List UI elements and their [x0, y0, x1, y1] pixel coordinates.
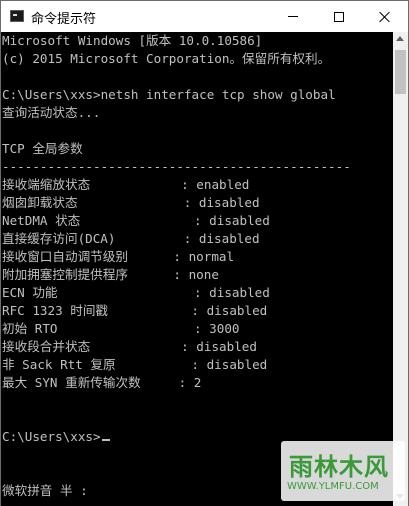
console-line: 最大 SYN 重新传输次数 : 2: [2, 375, 202, 390]
console-line: 接收端缩放状态 : enabled: [2, 177, 250, 192]
watermark-url: WWW.YLMFU.COM: [287, 481, 379, 492]
console-line: NetDMA 状态 : disabled: [2, 213, 270, 228]
console-line: (c) 2015 Microsoft Corporation。保留所有权利。: [2, 51, 331, 66]
cmd-icon: [10, 10, 24, 22]
command-prompt-window: 命令提示符 Microsoft Windows [版本 10.0.10586] …: [0, 0, 409, 506]
minimize-button[interactable]: [270, 1, 316, 32]
console-line: RFC 1323 时间戳 : disabled: [2, 303, 268, 318]
minimize-icon: [288, 16, 298, 17]
ime-status-line: 微软拼音 半 :: [2, 483, 88, 498]
console-line: 查询活动状态...: [2, 105, 101, 120]
console-line: ECN 功能 : disabled: [2, 285, 270, 300]
console-line: 初始 RTO : 3000: [2, 321, 240, 336]
console-line: 直接缓存访问(DCA) : disabled: [2, 231, 260, 246]
console-output[interactable]: Microsoft Windows [版本 10.0.10586] (c) 20…: [1, 32, 393, 506]
prompt-line[interactable]: C:\Users\xxs>: [2, 428, 110, 446]
text-cursor: [101, 439, 110, 441]
console-line: 接收窗口自动调节级别 : normal: [2, 249, 235, 264]
console-line: TCP 全局参数: [2, 141, 83, 156]
close-icon: [379, 11, 391, 23]
console-line: 附加拥塞控制提供程序 : none: [2, 267, 219, 282]
scroll-up-icon[interactable]: [396, 36, 404, 41]
vertical-scrollbar[interactable]: [393, 32, 408, 506]
console-line: C:\Users\xxs>netsh interface tcp show gl…: [2, 87, 336, 102]
console-line: Microsoft Windows [版本 10.0.10586]: [2, 33, 263, 48]
title-bar[interactable]: 命令提示符: [1, 1, 408, 32]
window-title: 命令提示符: [31, 12, 97, 27]
maximize-icon: [334, 11, 344, 22]
watermark-logo: 雨林木风 WWW.YLMFU.COM: [281, 441, 405, 501]
watermark-text: 雨林木风: [289, 453, 389, 481]
scroll-thumb[interactable]: [395, 50, 406, 94]
console-line: 烟囱卸载状态 : disabled: [2, 195, 260, 210]
console-line: 非 Sack Rtt 复原 : disabled: [2, 357, 268, 372]
console-line: 接收段合并状态 : disabled: [2, 339, 257, 354]
console-line: ----------------------------------------…: [2, 159, 351, 174]
close-button[interactable]: [362, 1, 408, 32]
maximize-button[interactable]: [316, 1, 362, 32]
prompt-text: C:\Users\xxs>: [2, 429, 101, 444]
